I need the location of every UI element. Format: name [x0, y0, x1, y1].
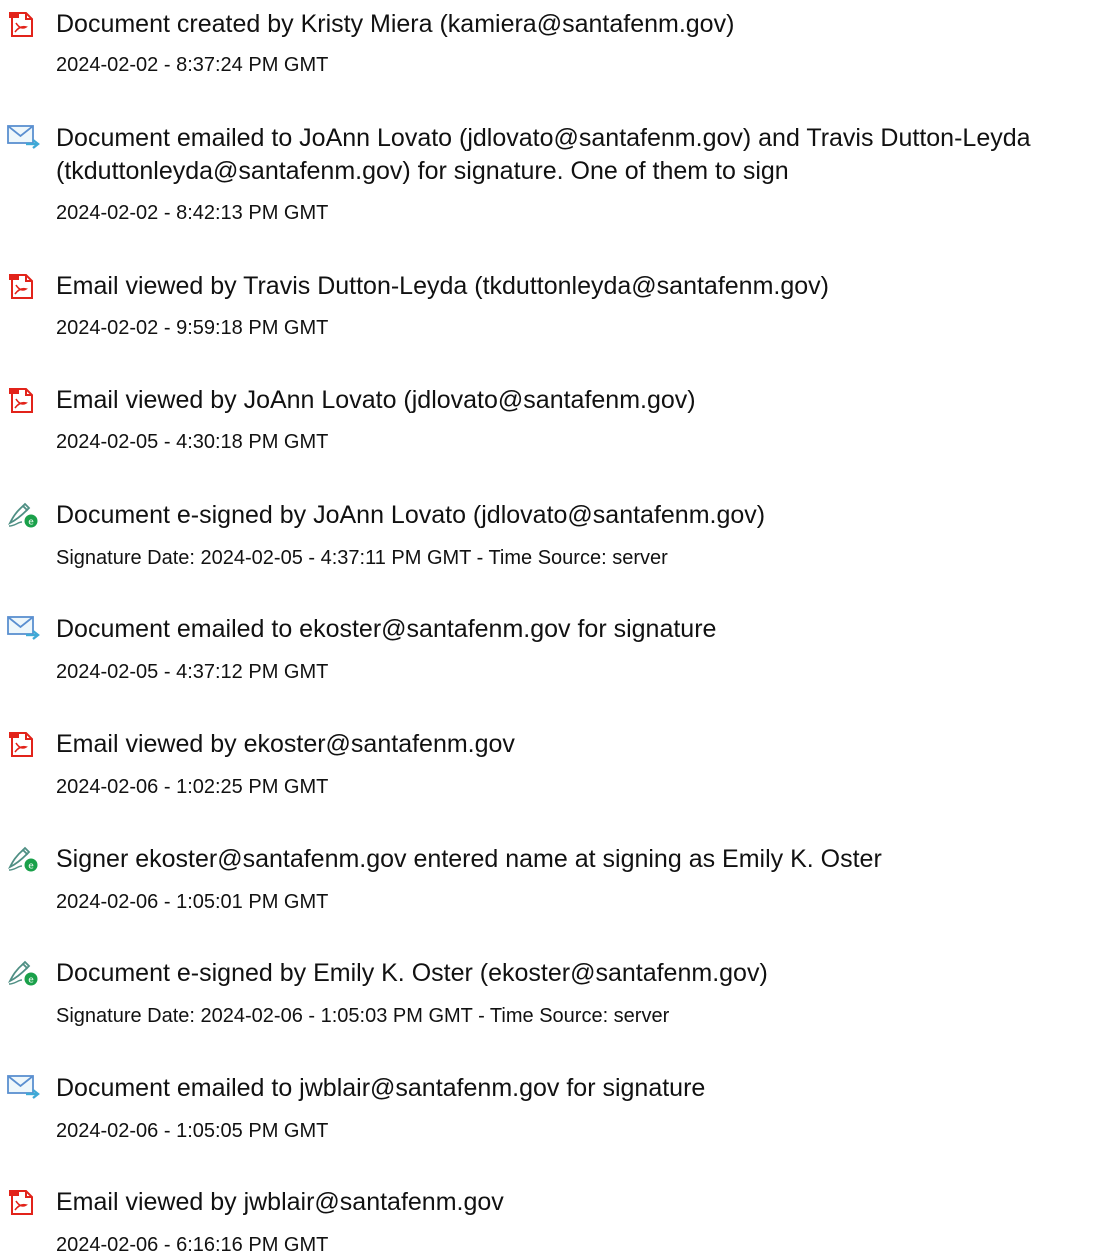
event-title: Document e-signed by Emily K. Oster (eko…: [56, 959, 768, 987]
svg-text:e: e: [28, 518, 34, 528]
e-signed-icon: e: [7, 957, 41, 987]
event-timestamp: 2024-02-06 - 1:05:05 PM GMT: [56, 1120, 329, 1142]
event-title: Document emailed to JoAnn Lovato (jdlova…: [56, 124, 1031, 185]
email-viewed-icon: [7, 728, 41, 758]
event-timestamp: 2024-02-06 - 1:02:25 PM GMT: [56, 776, 329, 798]
event-title: Signer ekoster@santafenm.gov entered nam…: [56, 845, 882, 873]
svg-text:e: e: [28, 976, 34, 986]
svg-text:e: e: [28, 862, 34, 872]
event-timestamp: 2024-02-06 - 6:16:16 PM GMT: [56, 1234, 329, 1254]
email-viewed-icon: [7, 384, 41, 414]
event-timestamp: 2024-02-02 - 8:42:13 PM GMT: [56, 202, 329, 224]
event-title: Document e-signed by JoAnn Lovato (jdlov…: [56, 501, 766, 529]
e-signed-icon: e: [7, 499, 41, 529]
event-timestamp: 2024-02-02 - 9:59:18 PM GMT: [56, 317, 329, 339]
event-title: Email viewed by JoAnn Lovato (jdlovato@s…: [56, 386, 696, 414]
audit-log: Document created by Kristy Miera (kamier…: [0, 0, 1098, 1254]
document-created-icon: [7, 8, 41, 38]
email-sent-icon: [7, 1072, 41, 1102]
event-title: Email viewed by Travis Dutton-Leyda (tkd…: [56, 272, 829, 300]
event-title: Email viewed by jwblair@santafenm.gov: [56, 1188, 504, 1216]
email-sent-icon: [7, 122, 41, 152]
event-timestamp: 2024-02-02 - 8:37:24 PM GMT: [56, 54, 329, 76]
email-sent-icon: [7, 613, 41, 643]
e-signed-icon: e: [7, 843, 41, 873]
event-timestamp: 2024-02-05 - 4:30:18 PM GMT: [56, 431, 329, 453]
event-title: Email viewed by ekoster@santafenm.gov: [56, 730, 515, 758]
email-viewed-icon: [7, 270, 41, 300]
event-title: Document emailed to jwblair@santafenm.go…: [56, 1074, 706, 1102]
event-title: Document created by Kristy Miera (kamier…: [56, 10, 735, 38]
event-timestamp: Signature Date: 2024-02-06 - 1:05:03 PM …: [56, 1005, 670, 1027]
email-viewed-icon: [7, 1186, 41, 1216]
event-title: Document emailed to ekoster@santafenm.go…: [56, 615, 717, 643]
event-timestamp: Signature Date: 2024-02-05 - 4:37:11 PM …: [56, 547, 668, 569]
event-timestamp: 2024-02-06 - 1:05:01 PM GMT: [56, 891, 329, 913]
event-timestamp: 2024-02-05 - 4:37:12 PM GMT: [56, 661, 329, 683]
